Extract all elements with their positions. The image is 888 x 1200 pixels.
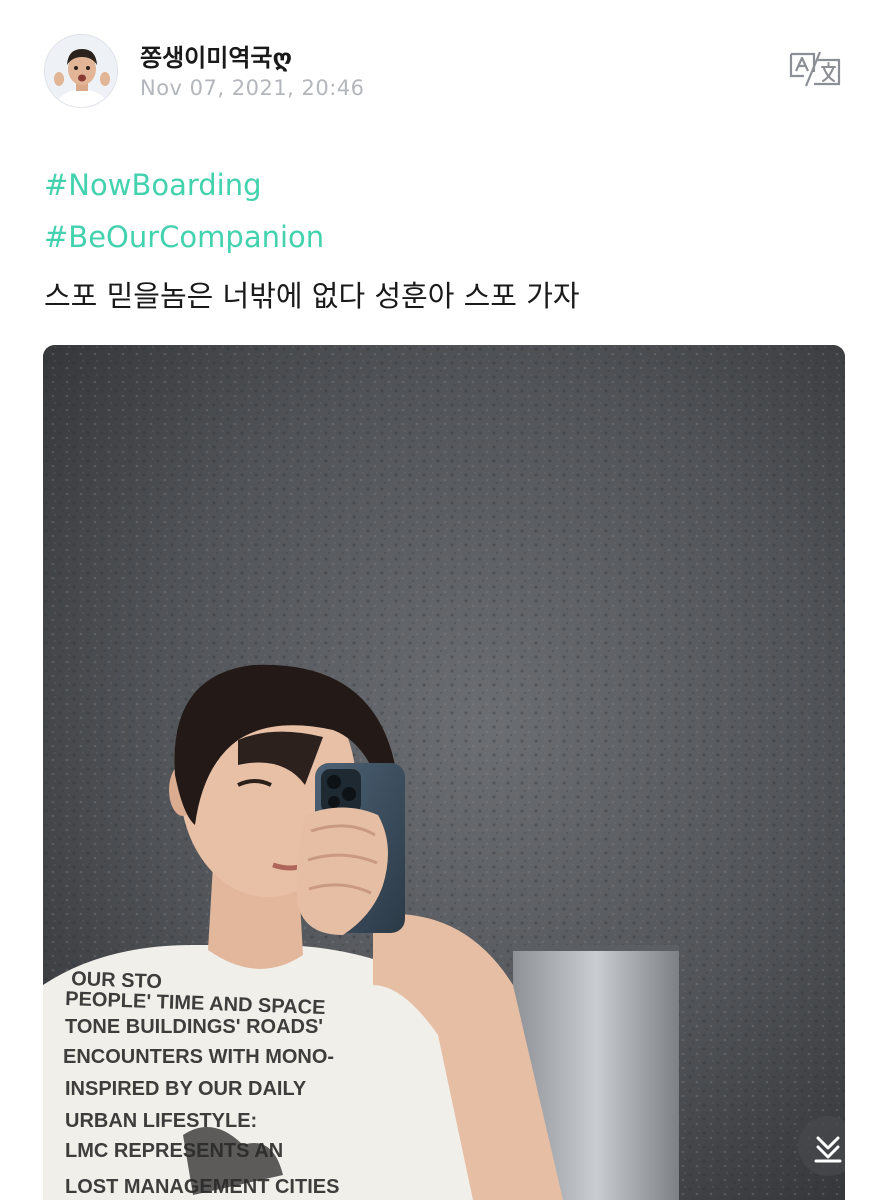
mirror-selfie-image: OUR STO PEOPLE' TIME AND SPACE TONE BUIL… <box>43 345 845 1200</box>
scroll-down-button[interactable] <box>798 1116 845 1176</box>
hashtag-beourcompanion[interactable]: #BeOurCompanion <box>44 220 324 254</box>
shirt-text-line-6: URBAN LIFESTYLE: <box>65 1110 257 1132</box>
translate-button[interactable] <box>786 46 844 90</box>
shirt-text-line-5: INSPIRED BY OUR DAILY <box>65 1078 307 1100</box>
post-page: 쫑생이미역국ღ Nov 07, 2021, 20:46 #NowBoarding… <box>0 0 888 1200</box>
author-avatar[interactable] <box>44 34 118 108</box>
post-text: 스포 믿을놈은 너밖에 없다 성훈아 스포 가자 <box>44 279 580 313</box>
post-photo[interactable]: OUR STO PEOPLE' TIME AND SPACE TONE BUIL… <box>43 345 845 1200</box>
scroll-down-icon <box>814 1136 842 1163</box>
shirt-text-line-4: ENCOUNTERS WITH MONO- <box>63 1046 334 1068</box>
author-name[interactable]: 쫑생이미역국ღ <box>140 38 292 73</box>
translate-icon <box>789 51 841 87</box>
avatar-image <box>45 35 117 107</box>
post-timestamp: Nov 07, 2021, 20:46 <box>140 76 365 100</box>
hashtag-nowboarding[interactable]: #NowBoarding <box>44 168 262 202</box>
shirt-text-line-3: TONE BUILDINGS' ROADS' <box>65 1016 323 1038</box>
